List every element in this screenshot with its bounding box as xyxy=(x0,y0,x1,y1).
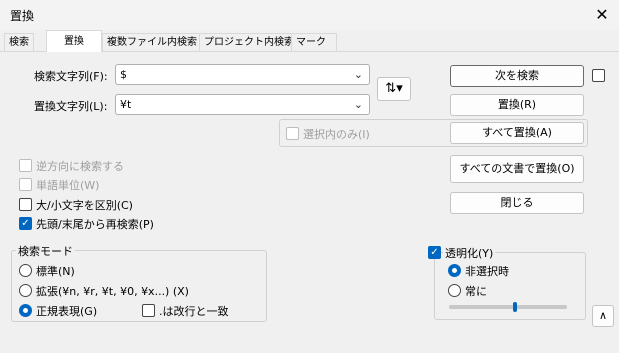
check-icon: ✓ xyxy=(21,218,30,229)
replace-input[interactable]: ¥t ⌄ xyxy=(115,94,370,115)
check-icon: ✓ xyxy=(430,247,439,258)
whole-word-label: 単語単位(W) xyxy=(36,179,100,192)
in-selection-checkbox[interactable] xyxy=(286,127,299,140)
tab-find-in-files[interactable]: 複数ファイル内検索 xyxy=(102,33,202,51)
window-title: 置換 xyxy=(10,9,35,23)
chevron-up-icon: ∧ xyxy=(598,309,608,322)
backward-label: 逆方向に検索する xyxy=(36,160,124,173)
find-value: $ xyxy=(120,68,127,81)
transparency-always-label: 常に xyxy=(465,285,487,298)
close-icon[interactable]: ✕ xyxy=(590,3,614,27)
whole-word-checkbox[interactable] xyxy=(19,178,32,191)
in-selection-label: 選択内のみ(I) xyxy=(303,128,370,141)
tab-mark[interactable]: マーク xyxy=(291,33,337,51)
find-label: 検索文字列(F): xyxy=(34,70,108,83)
transparency-on-lose-focus-label: 非選択時 xyxy=(465,265,509,278)
find-next-option-checkbox[interactable] xyxy=(592,69,605,82)
transparency-slider[interactable] xyxy=(449,305,567,309)
dropdown-arrow-icon: ▾ xyxy=(396,81,403,96)
tab-replace[interactable]: 置換 xyxy=(46,30,102,52)
find-next-button[interactable]: 次を検索 xyxy=(450,65,584,87)
dot-newline-checkbox[interactable] xyxy=(142,304,155,317)
mode-regex-label: 正規表現(G) xyxy=(36,305,98,318)
mode-extended-radio[interactable] xyxy=(19,284,32,297)
swap-button[interactable]: ⇅▾ xyxy=(377,77,411,101)
title-bar xyxy=(0,0,619,30)
transparency-slider-thumb[interactable] xyxy=(513,302,518,312)
close-button[interactable]: 閉じる xyxy=(450,192,584,214)
transparency-checkbox[interactable]: ✓ xyxy=(428,246,441,259)
mode-normal-label: 標準(N) xyxy=(36,265,75,278)
chevron-down-icon[interactable]: ⌄ xyxy=(354,95,363,114)
replace-value: ¥t xyxy=(120,98,132,111)
tab-find-in-projects[interactable]: プロジェクト内検索 xyxy=(199,33,299,51)
mode-regex-radio[interactable] xyxy=(19,304,32,317)
replace-button[interactable]: 置換(R) xyxy=(450,94,584,116)
swap-icon: ⇅ xyxy=(385,81,397,96)
match-case-checkbox[interactable] xyxy=(19,198,32,211)
collapse-button[interactable]: ∧ xyxy=(592,305,614,327)
match-case-label: 大/小文字を区別(C) xyxy=(36,199,133,212)
replace-label: 置換文字列(L): xyxy=(34,100,108,113)
wrap-around-checkbox[interactable]: ✓ xyxy=(19,217,32,230)
transparency-on-lose-focus-radio[interactable] xyxy=(448,264,461,277)
find-input[interactable]: $ ⌄ xyxy=(115,64,370,85)
chevron-down-icon[interactable]: ⌄ xyxy=(354,65,363,84)
replace-all-docs-button[interactable]: すべての文書で置換(O) xyxy=(450,155,584,183)
transparency-always-radio[interactable] xyxy=(448,284,461,297)
wrap-around-label: 先頭/末尾から再検索(P) xyxy=(36,218,154,231)
transparency-title: 透明化(Y) xyxy=(443,245,496,261)
mode-extended-label: 拡張(¥n, ¥r, ¥t, ¥0, ¥x...) (X) xyxy=(36,285,189,298)
backward-checkbox[interactable] xyxy=(19,159,32,172)
search-mode-title: 検索モード xyxy=(16,243,75,259)
tab-find[interactable]: 検索 xyxy=(4,33,34,51)
dot-newline-label: .は改行と一致 xyxy=(159,305,229,318)
replace-all-button[interactable]: すべて置換(A) xyxy=(450,122,584,144)
mode-normal-radio[interactable] xyxy=(19,264,32,277)
